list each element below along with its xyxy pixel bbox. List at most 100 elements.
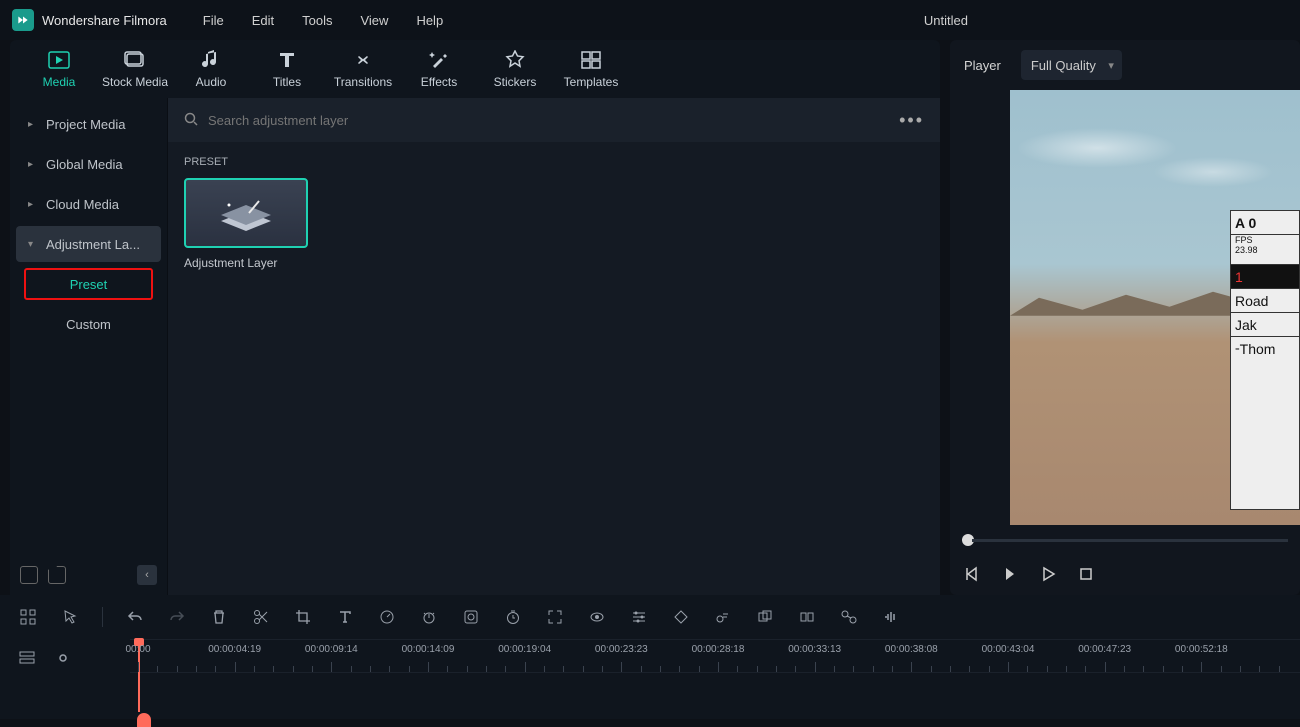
transport-controls xyxy=(950,555,1300,595)
sidebar-item-global-media[interactable]: ▸Global Media xyxy=(16,146,161,182)
menu-file[interactable]: File xyxy=(203,13,224,28)
tab-audio[interactable]: Audio xyxy=(176,42,246,96)
sidebar-sub-custom[interactable]: Custom xyxy=(24,308,153,340)
sidebar-item-cloud-media[interactable]: ▸Cloud Media xyxy=(16,186,161,222)
speed-button[interactable] xyxy=(377,607,397,627)
timecode-label: 00:00:04:19 xyxy=(208,644,261,655)
scrub-bar[interactable] xyxy=(950,525,1300,555)
tab-transitions[interactable]: Transitions xyxy=(328,42,398,96)
step-forward-button[interactable] xyxy=(1002,566,1018,585)
menubar: Wondershare Filmora File Edit Tools View… xyxy=(0,0,1300,40)
sidebar-item-project-media[interactable]: ▸Project Media xyxy=(16,106,161,142)
preview-panel: Player Full Quality A 0 FPS23.98 1 Road … xyxy=(950,40,1300,595)
timecode-label: 00:00:23:23 xyxy=(595,644,648,655)
text-button[interactable] xyxy=(335,607,355,627)
app-name: Wondershare Filmora xyxy=(42,13,167,28)
delete-button[interactable] xyxy=(209,607,229,627)
timecode-label: 00:00:09:14 xyxy=(305,644,358,655)
menu-help[interactable]: Help xyxy=(416,13,443,28)
sidebar-footer: ‹ xyxy=(10,555,167,595)
collapse-sidebar-button[interactable]: ‹ xyxy=(137,565,157,585)
keyframe-button[interactable] xyxy=(671,607,691,627)
track-link-icon[interactable] xyxy=(54,649,72,670)
preset-adjustment-layer[interactable] xyxy=(184,178,308,248)
chevron-down-icon: ▾ xyxy=(28,239,38,250)
timer-button[interactable] xyxy=(503,607,523,627)
tab-titles[interactable]: Titles xyxy=(252,42,322,96)
group-button[interactable] xyxy=(755,607,775,627)
stock-media-icon xyxy=(124,49,146,71)
redo-button[interactable] xyxy=(167,607,187,627)
split-button[interactable] xyxy=(251,607,271,627)
tab-templates[interactable]: Templates xyxy=(556,42,626,96)
marker-button[interactable] xyxy=(839,607,859,627)
tab-effects[interactable]: Effects xyxy=(404,42,474,96)
timecode-label: 00:00:52:18 xyxy=(1175,644,1228,655)
cursor-tool-icon[interactable] xyxy=(60,607,80,627)
media-content: ••• PRESET Adjustment Layer xyxy=(168,98,940,595)
templates-icon xyxy=(581,49,601,71)
menu-edit[interactable]: Edit xyxy=(252,13,274,28)
track-layers-icon[interactable] xyxy=(18,649,36,670)
app-logo xyxy=(12,9,34,31)
timecode-label: 00:00:19:04 xyxy=(498,644,551,655)
grid-tool-icon[interactable] xyxy=(18,607,38,627)
media-sidebar: ▸Project Media ▸Global Media ▸Cloud Medi… xyxy=(10,98,168,595)
timecode-label: 00:00:33:13 xyxy=(788,644,841,655)
stop-button[interactable] xyxy=(1078,566,1094,585)
effects-icon xyxy=(429,49,449,71)
sidebar-item-adjustment-layer[interactable]: ▾Adjustment La... xyxy=(16,226,161,262)
new-folder-icon[interactable] xyxy=(48,566,66,584)
timeline-toolbar xyxy=(0,595,1300,639)
adjust-button[interactable] xyxy=(629,607,649,627)
audio-icon xyxy=(202,49,220,71)
render-button[interactable] xyxy=(797,607,817,627)
timecode-label: 00:00:47:23 xyxy=(1078,644,1131,655)
player-label: Player xyxy=(964,58,1001,73)
timeline-ruler[interactable]: 00:0000:00:04:1900:00:09:1400:00:14:0900… xyxy=(130,639,1300,673)
timecode-label: 00:00:28:18 xyxy=(692,644,745,655)
timeline: 00:00 00:00:04:19 00:00:09:14 00:00:14:09 00… xyxy=(0,595,1300,719)
color-button[interactable] xyxy=(461,607,481,627)
clip-marker[interactable] xyxy=(137,713,151,727)
new-bin-icon[interactable] xyxy=(20,566,38,584)
search-icon xyxy=(184,112,198,129)
chevron-right-icon: ▸ xyxy=(28,159,38,170)
stickers-icon xyxy=(505,49,525,71)
speed-ramp-button[interactable] xyxy=(419,607,439,627)
sidebar-sub-preset[interactable]: Preset xyxy=(24,268,153,300)
crop-button[interactable] xyxy=(293,607,313,627)
more-options-button[interactable]: ••• xyxy=(899,110,924,131)
expand-button[interactable] xyxy=(545,607,565,627)
timeline-tracks[interactable] xyxy=(0,673,1300,719)
play-button[interactable] xyxy=(1040,566,1056,585)
prev-frame-button[interactable] xyxy=(964,566,980,585)
film-slate: A 0 FPS23.98 1 Road Jak -Thom xyxy=(1230,210,1300,510)
transitions-icon xyxy=(352,49,374,71)
search-input[interactable] xyxy=(208,113,899,128)
preset-label: Adjustment Layer xyxy=(184,256,308,270)
audio-mix-button[interactable] xyxy=(881,607,901,627)
chevron-right-icon: ▸ xyxy=(28,119,38,130)
search-bar: ••• xyxy=(168,98,940,142)
tab-media[interactable]: Media xyxy=(24,42,94,96)
tab-stickers[interactable]: Stickers xyxy=(480,42,550,96)
titles-icon xyxy=(278,49,296,71)
media-icon xyxy=(48,49,70,71)
chevron-right-icon: ▸ xyxy=(28,199,38,210)
main-tabs: Media Stock Media Audio Titles Transitio… xyxy=(10,40,940,98)
motion-button[interactable] xyxy=(713,607,733,627)
timecode-label: 00:00:14:09 xyxy=(402,644,455,655)
timecode-label: 00:00 xyxy=(125,644,150,655)
tab-stock-media[interactable]: Stock Media xyxy=(100,42,170,96)
document-title: Untitled xyxy=(924,13,968,28)
menu-view[interactable]: View xyxy=(360,13,388,28)
undo-button[interactable] xyxy=(125,607,145,627)
quality-dropdown[interactable]: Full Quality xyxy=(1021,50,1122,80)
media-panel: Media Stock Media Audio Titles Transitio… xyxy=(10,40,940,595)
menu-tools[interactable]: Tools xyxy=(302,13,332,28)
timecode-label: 00:00:38:08 xyxy=(885,644,938,655)
preview-viewport[interactable]: A 0 FPS23.98 1 Road Jak -Thom xyxy=(1010,90,1300,525)
mask-button[interactable] xyxy=(587,607,607,627)
timecode-label: 00:00:43:04 xyxy=(982,644,1035,655)
